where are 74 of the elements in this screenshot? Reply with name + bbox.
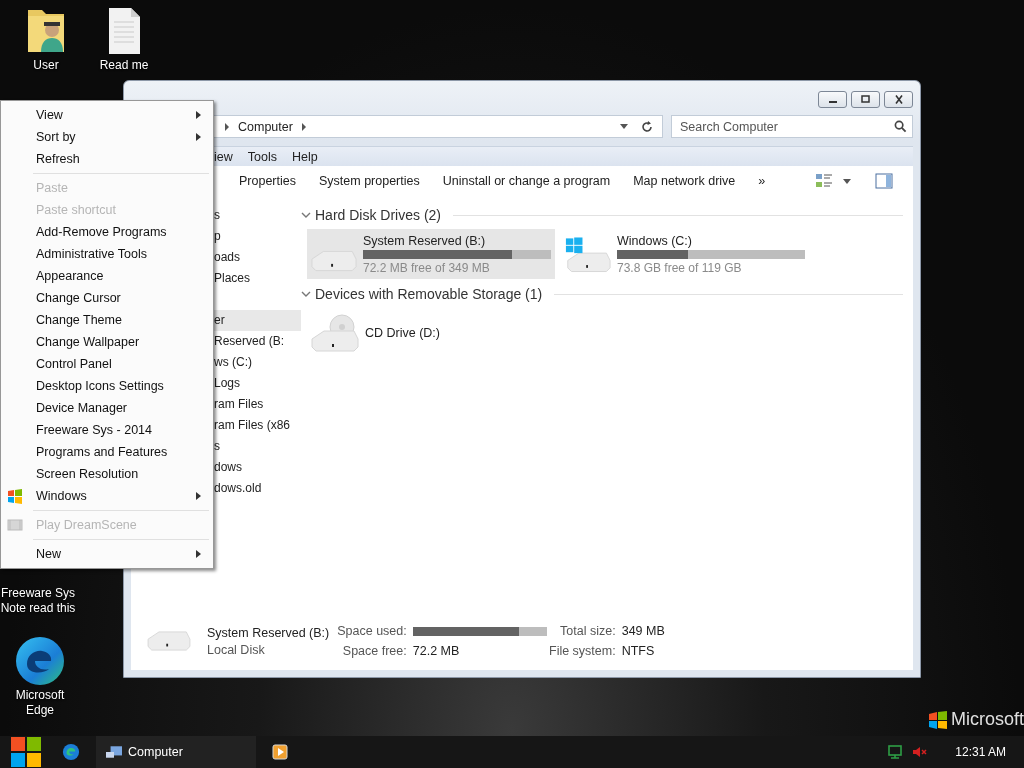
media-player-icon[interactable] (272, 744, 288, 760)
drive-type: Local Disk (207, 642, 266, 657)
context-menu-item[interactable]: Administrative Tools (3, 243, 211, 265)
view-options-icon[interactable] (815, 173, 833, 189)
network-icon[interactable] (887, 744, 904, 760)
desktop-icon-label[interactable]: Freeware Sys Note read this (0, 586, 80, 616)
minimize-button[interactable] (818, 90, 847, 108)
menu-bar-item[interactable]: Help (285, 149, 327, 164)
desktop-icon-label[interactable]: Read me (99, 58, 149, 73)
cd-drive-icon (311, 314, 359, 352)
maximize-button[interactable] (851, 90, 880, 108)
field-label: Space used: (336, 624, 407, 638)
context-menu-item[interactable]: Change Wallpaper (3, 331, 211, 353)
computer-icon (106, 744, 122, 760)
start-button-icon[interactable] (10, 736, 42, 768)
minimize-icon (828, 101, 837, 103)
field-label: File system: (549, 644, 616, 658)
breadcrumb-arrow-icon[interactable] (224, 122, 230, 131)
context-menu-item[interactable]: Freeware Sys - 2014 (3, 419, 211, 441)
context-menu-item[interactable]: Screen Resolution (3, 463, 211, 485)
context-menu-item[interactable]: Control Panel (3, 353, 211, 375)
clock[interactable]: 12:31 AM (955, 745, 1006, 759)
taskbar-button[interactable]: Computer (96, 736, 256, 768)
context-menu-item[interactable]: Add-Remove Programs (3, 221, 211, 243)
drive-name: System Reserved (B:) (207, 625, 331, 640)
maximize-icon (861, 95, 870, 103)
windows-logo-icon (928, 709, 948, 730)
drive-tile[interactable]: CD Drive (D:) (307, 308, 555, 358)
menu-bar-item[interactable]: Tools (241, 149, 286, 164)
close-button[interactable] (884, 90, 913, 108)
field-value: 72.2 MB (412, 644, 461, 658)
context-menu-item[interactable]: Change Cursor (3, 287, 211, 309)
dropdown-caret-icon[interactable] (843, 178, 851, 184)
context-menu-item[interactable]: Change Theme (3, 309, 211, 331)
drive-name: Windows (C:) (617, 233, 693, 248)
drive-tile[interactable]: System Reserved (B:) 72.2 MB free of 349 MB (307, 229, 555, 279)
drive-name: System Reserved (B:) (363, 233, 487, 248)
drive-icon (311, 250, 357, 272)
field-value: NTFS (621, 644, 656, 658)
context-menu-item[interactable]: New (3, 543, 211, 565)
speaker-icon[interactable] (911, 744, 928, 760)
context-menu-item[interactable]: Appearance (3, 265, 211, 287)
drive-icon (147, 631, 191, 651)
group-heading[interactable]: Hard Disk Drives (2) (315, 207, 441, 223)
field-label: Total size: (559, 624, 616, 638)
edge-icon[interactable] (15, 636, 65, 686)
context-menu-item[interactable]: Refresh (3, 148, 211, 170)
chevron-icon[interactable] (301, 290, 311, 298)
drive-name: CD Drive (D:) (365, 326, 440, 340)
field-label: Space free: (341, 644, 407, 658)
wallpaper-brand-text: Microsoft (951, 709, 1024, 730)
windows-flag-icon (7, 488, 23, 504)
context-menu-item[interactable]: Windows (3, 485, 211, 507)
context-menu-item[interactable]: Programs and Features (3, 441, 211, 463)
free-space-text: 72.2 MB free of 349 MB (363, 260, 491, 275)
desktop-icon-label[interactable]: User (33, 58, 59, 73)
desktop-icon-label[interactable]: Microsoft Edge (8, 688, 72, 718)
drive-tile[interactable]: Windows (C:) 73.8 GB free of 119 GB (561, 229, 809, 279)
context-menu-item[interactable]: Desktop Icons Settings (3, 375, 211, 397)
group-heading[interactable]: Devices with Removable Storage (1) (315, 286, 543, 302)
refresh-icon[interactable] (640, 119, 654, 134)
edge-icon[interactable] (62, 743, 80, 761)
field-value: 349 MB (621, 624, 665, 638)
search-field[interactable]: Search Computer (671, 115, 913, 138)
windows-drive-icon (565, 234, 611, 274)
breadcrumb-arrow-icon[interactable] (300, 122, 307, 131)
film-icon (7, 517, 23, 533)
dropdown-caret-icon[interactable] (620, 124, 628, 129)
breadcrumb-item[interactable]: Computer (238, 119, 293, 134)
close-icon (894, 94, 903, 104)
free-space-text: 73.8 GB free of 119 GB (617, 260, 743, 275)
search-icon[interactable] (894, 120, 907, 133)
chevron-icon[interactable] (301, 211, 311, 219)
context-menu-item[interactable]: Device Manager (3, 397, 211, 419)
